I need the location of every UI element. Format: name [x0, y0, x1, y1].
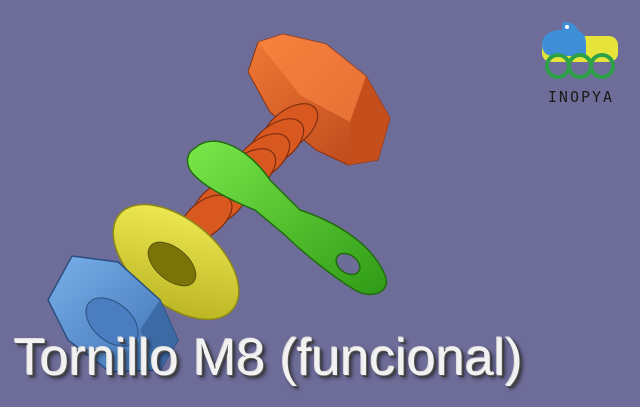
logo-text: INOPYA — [547, 88, 615, 106]
page-title: Tornillo M8 (funcional) — [14, 329, 523, 387]
